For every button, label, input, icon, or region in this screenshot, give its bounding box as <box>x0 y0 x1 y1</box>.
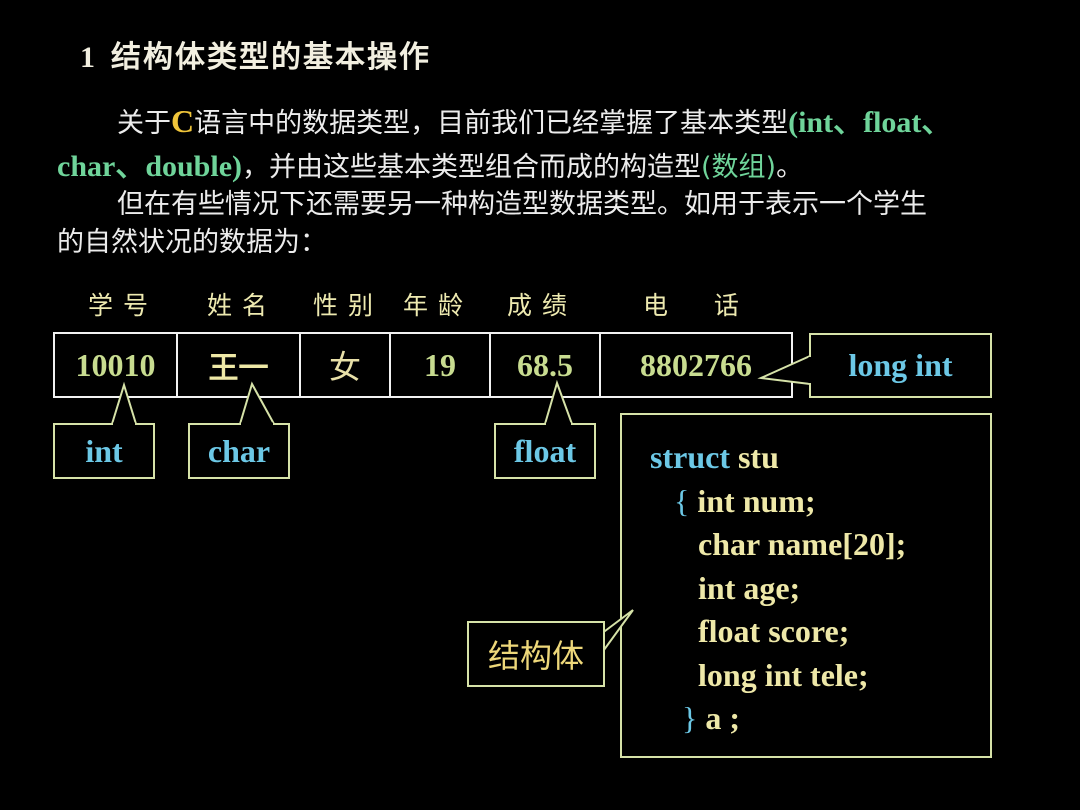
callout-pointers <box>110 354 812 658</box>
pointer-struct-label <box>600 609 634 658</box>
pointer-float <box>543 379 574 425</box>
pointer-long-int <box>757 354 811 386</box>
callout-struct-label: 结构体 <box>467 621 605 687</box>
pointer-int <box>110 381 138 425</box>
pointer-char <box>238 381 276 425</box>
